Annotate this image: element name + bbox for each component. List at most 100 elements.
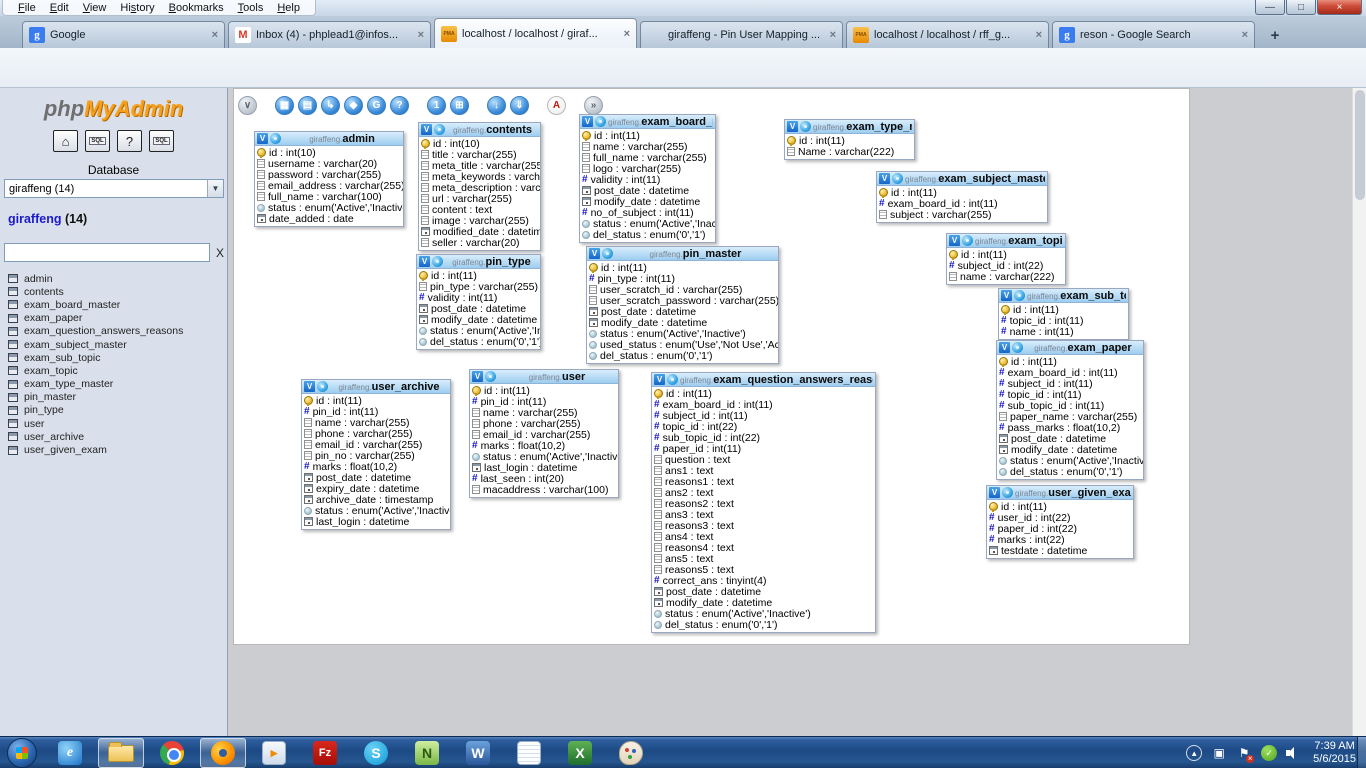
wmp-taskbar-button[interactable]: ▸ — [251, 738, 297, 768]
toggle-columns-button[interactable]: V — [989, 487, 1000, 498]
designer-table-field[interactable]: pin_type : varchar(255) — [417, 281, 540, 292]
designer-table-field[interactable]: title : varchar(255) — [419, 149, 540, 160]
designer-table-field[interactable]: status : enum('Active','Inactive') — [587, 328, 778, 339]
designer-table-field[interactable]: url : varchar(255) — [419, 193, 540, 204]
table-options-icon[interactable] — [667, 374, 678, 385]
table-header[interactable]: Vgiraffeng.exam_paper — [997, 341, 1143, 355]
designer-table-field[interactable]: id : int(10) — [419, 138, 540, 149]
designer-table-field[interactable]: #exam_board_id : int(11) — [652, 399, 875, 410]
designer-table-field[interactable]: modify_date : datetime — [652, 597, 875, 608]
database-select[interactable]: giraffeng (14) ▼ — [4, 179, 224, 198]
chrome-taskbar-button[interactable] — [149, 738, 195, 768]
designer-table-field[interactable]: id : int(11) — [999, 304, 1128, 315]
designer-table-field[interactable]: post_date : datetime — [417, 303, 540, 314]
designer-table-field[interactable]: #marks : float(10,2) — [302, 461, 450, 472]
designer-table-field[interactable]: post_date : datetime — [580, 185, 715, 196]
table-header[interactable]: Vgiraffeng.exam_sub_topic — [999, 289, 1128, 303]
table-header[interactable]: Vgiraffeng.user_given_exam — [987, 486, 1133, 500]
designer-table-field[interactable]: full_name : varchar(100) — [255, 191, 403, 202]
designer-table-pin_type[interactable]: Vgiraffeng.pin_typeid : int(11)pin_type … — [416, 254, 541, 350]
designer-table-exam_board_master[interactable]: Vgiraffeng.exam_board_masterid : int(11)… — [579, 114, 716, 243]
designer-table-field[interactable]: #sub_topic_id : int(11) — [997, 400, 1143, 411]
table-header[interactable]: Vgiraffeng.exam_topic — [947, 234, 1065, 248]
excel-taskbar-button[interactable]: X — [557, 738, 603, 768]
designer-table-field[interactable]: name : varchar(222) — [947, 271, 1065, 282]
small-big-all-icon[interactable]: ↓ — [487, 96, 506, 115]
designer-table-field[interactable]: #exam_board_id : int(11) — [997, 367, 1143, 378]
toggle-columns-button[interactable]: V — [421, 124, 432, 135]
designer-table-field[interactable]: user_scratch_password : varchar(255) — [587, 295, 778, 306]
database-link[interactable]: giraffeng (14) — [8, 212, 87, 226]
query-history-icon[interactable]: SQL — [149, 130, 174, 152]
snap-grid-icon[interactable]: ⊞ — [450, 96, 469, 115]
designer-table-field[interactable]: #paper_id : int(11) — [652, 443, 875, 454]
designer-table-field[interactable]: logo : varchar(255) — [580, 163, 715, 174]
new-tab-button[interactable]: + — [1262, 26, 1288, 44]
toggle-columns-button[interactable]: V — [472, 371, 483, 382]
designer-table-field[interactable]: question : text — [652, 454, 875, 465]
designer-table-field[interactable]: archive_date : timestamp — [302, 494, 450, 505]
designer-table-exam_topic[interactable]: Vgiraffeng.exam_topicid : int(11)#subjec… — [946, 233, 1066, 285]
angular-links-icon[interactable]: 1 — [427, 96, 446, 115]
sidebar-table-exam_paper[interactable]: exam_paper — [8, 312, 223, 325]
designer-table-field[interactable]: meta_description : varchar(255) — [419, 182, 540, 193]
designer-table-field[interactable]: #subject_id : int(11) — [652, 410, 875, 421]
toggle-columns-button[interactable]: V — [999, 342, 1010, 353]
table-options-icon[interactable] — [892, 173, 903, 184]
sidebar-table-exam_type_master[interactable]: exam_type_master — [8, 378, 223, 391]
create-relation-icon[interactable]: ↳ — [321, 96, 340, 115]
designer-table-field[interactable]: phone : varchar(255) — [302, 428, 450, 439]
tab-2[interactable]: MInbox (4) - phplead1@infos...× — [228, 21, 431, 48]
designer-table-field[interactable]: #last_seen : int(20) — [470, 473, 618, 484]
table-header[interactable]: Vgiraffeng.exam_question_answers_reasons — [652, 373, 875, 387]
designer-table-field[interactable]: paper_name : varchar(255) — [997, 411, 1143, 422]
designer-table-user[interactable]: Vgiraffeng.userid : int(11)#pin_id : int… — [469, 369, 619, 498]
home-icon[interactable]: ⌂ — [53, 130, 78, 152]
designer-table-user_archive[interactable]: Vgiraffeng.user_archiveid : int(11)#pin_… — [301, 379, 451, 530]
designer-table-field[interactable]: status : enum('Active','Inactive') — [255, 202, 403, 213]
designer-table-field[interactable]: macaddress : varchar(100) — [470, 484, 618, 495]
designer-table-field[interactable]: modified_date : datetime — [419, 226, 540, 237]
designer-table-field[interactable]: meta_keywords : varchar(255) — [419, 171, 540, 182]
tab-4[interactable]: giraffeng - Pin User Mapping ...× — [640, 21, 843, 48]
designer-table-exam_subject_master[interactable]: Vgiraffeng.exam_subject_masterid : int(1… — [876, 171, 1048, 223]
table-header[interactable]: Vgiraffeng.exam_type_master — [785, 120, 914, 134]
table-header[interactable]: Vgiraffeng.contents — [419, 123, 540, 137]
tab-close-icon[interactable]: × — [830, 29, 836, 41]
designer-table-field[interactable]: status : enum('Active','Inactive') — [652, 608, 875, 619]
ie-taskbar-button[interactable]: e — [47, 738, 93, 768]
tab-close-icon[interactable]: × — [1242, 29, 1248, 41]
minimize-button[interactable]: — — [1255, 0, 1285, 15]
designer-table-field[interactable]: post_date : datetime — [997, 433, 1143, 444]
action-center-flag-icon[interactable]: ⚑ — [1236, 745, 1252, 761]
toggle-columns-button[interactable]: V — [257, 133, 268, 144]
designer-table-field[interactable]: id : int(11) — [997, 356, 1143, 367]
tab-6[interactable]: greson - Google Search× — [1052, 21, 1255, 48]
designer-table-field[interactable]: password : varchar(255) — [255, 169, 403, 180]
move-menu-icon[interactable]: » — [584, 96, 603, 115]
skype-taskbar-button[interactable]: S — [353, 738, 399, 768]
designer-table-field[interactable]: #subject_id : int(22) — [947, 260, 1065, 271]
choose-column-icon[interactable]: ◆ — [344, 96, 363, 115]
designer-table-field[interactable]: ans5 : text — [652, 553, 875, 564]
scrollbar-thumb[interactable] — [1355, 90, 1365, 200]
designer-table-field[interactable]: name : varchar(255) — [470, 407, 618, 418]
toggle-columns-button[interactable]: V — [304, 381, 315, 392]
close-button[interactable]: × — [1317, 0, 1362, 15]
designer-table-field[interactable]: #name : int(11) — [999, 326, 1128, 337]
phpmyadmin-logo[interactable]: phpMyAdmin — [0, 96, 227, 122]
toggle-columns-button[interactable]: V — [419, 256, 430, 267]
designer-table-field[interactable]: content : text — [419, 204, 540, 215]
docs-icon[interactable]: ? — [117, 130, 142, 152]
sidebar-table-contents[interactable]: contents — [8, 285, 223, 298]
table-options-icon[interactable] — [602, 248, 613, 259]
designer-table-field[interactable]: #correct_ans : tinyint(4) — [652, 575, 875, 586]
table-header[interactable]: Vgiraffeng.exam_board_master — [580, 115, 715, 129]
toggle-columns-button[interactable]: V — [879, 173, 890, 184]
word-taskbar-button[interactable]: W — [455, 738, 501, 768]
table-options-icon[interactable] — [1002, 487, 1013, 498]
toggle-small-big-icon[interactable]: ⇓ — [510, 96, 529, 115]
designer-table-field[interactable]: id : int(11) — [877, 187, 1047, 198]
designer-table-field[interactable]: expiry_date : datetime — [302, 483, 450, 494]
tab-5[interactable]: PMAlocalhost / localhost / rff_g...× — [846, 21, 1049, 48]
